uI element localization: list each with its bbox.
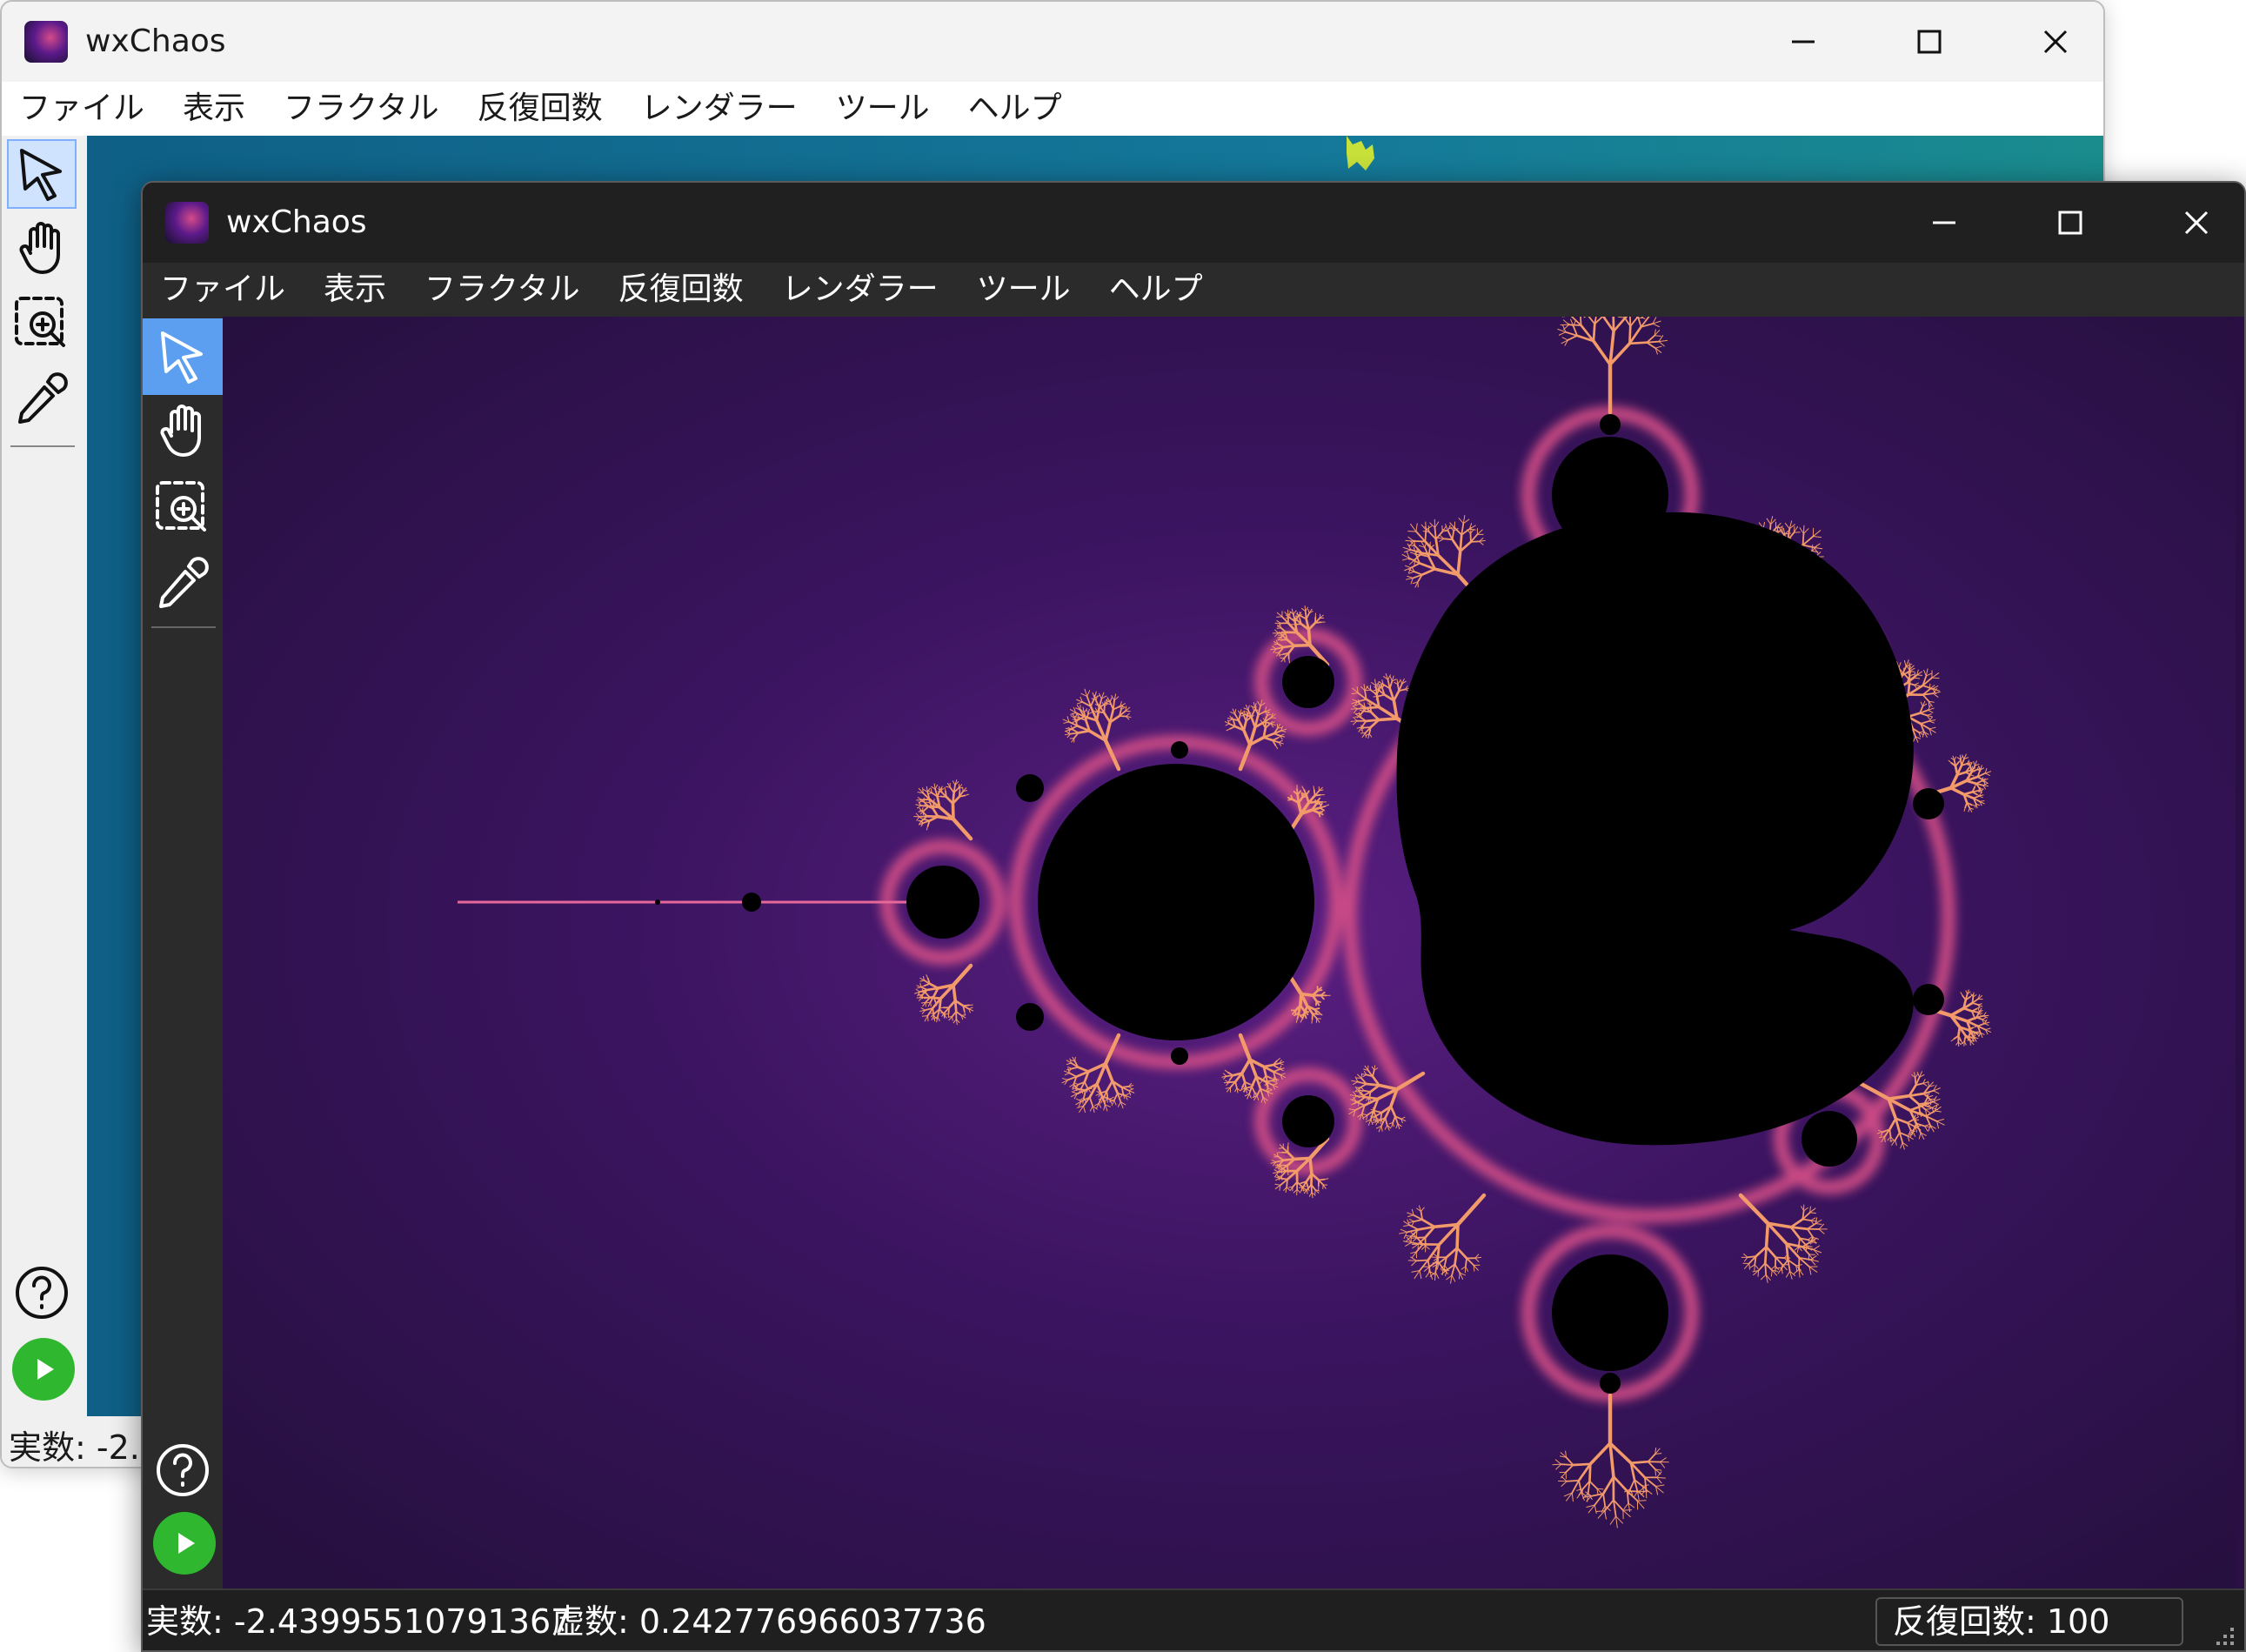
select-tool-button[interactable] — [7, 139, 77, 209]
eyedropper-icon — [159, 557, 209, 608]
hand-icon — [160, 405, 201, 457]
help-button[interactable] — [148, 1435, 217, 1505]
fractal-canvas[interactable] — [223, 317, 2244, 1588]
menu-file[interactable]: ファイル — [19, 82, 144, 136]
question-circle-icon — [16, 1267, 68, 1319]
zoom-select-icon — [15, 297, 65, 347]
menu-fractal[interactable]: フラクタル — [284, 82, 439, 136]
minimize-button[interactable] — [1755, 14, 1851, 70]
menu-iterations[interactable]: 反復回数 — [618, 263, 744, 317]
app-icon — [165, 202, 209, 244]
zoom-tool-button[interactable] — [148, 473, 217, 543]
menu-view[interactable]: 表示 — [324, 263, 386, 317]
menu-tools[interactable]: ツール — [977, 263, 1071, 317]
cursor-arrow-icon — [161, 331, 203, 384]
eyedropper-tool-button[interactable] — [7, 364, 77, 433]
eyedropper-tool-button[interactable] — [148, 548, 217, 618]
mandelbrot-image — [223, 317, 2236, 1588]
close-button[interactable] — [2008, 14, 2103, 70]
fractal-fragment — [1347, 136, 1374, 171]
window-title: wxChaos — [226, 204, 367, 240]
question-circle-icon — [157, 1444, 209, 1496]
real-coordinate-readout: 実数: -2.4 — [9, 1428, 162, 1467]
menu-iterations[interactable]: 反復回数 — [478, 82, 603, 136]
menu-tools[interactable]: ツール — [836, 82, 930, 136]
active-window[interactable]: wxChaos ファイル 表示 フラクタル 反復回数 レンダラー ツール ヘルプ — [141, 181, 2246, 1652]
eyedropper-icon — [18, 372, 68, 424]
cursor-arrow-icon — [20, 149, 62, 201]
tool-sidebar — [2, 136, 88, 1416]
menu-help[interactable]: ヘルプ — [1109, 263, 1203, 317]
hand-tool-button[interactable] — [148, 397, 217, 466]
menu-renderer[interactable]: レンダラー — [782, 263, 939, 317]
zoom-tool-button[interactable] — [7, 289, 77, 358]
select-tool-button[interactable] — [143, 318, 223, 395]
menu-bar: ファイル 表示 フラクタル 反復回数 レンダラー ツール ヘルプ — [143, 263, 2244, 317]
resize-grip-icon[interactable] — [2209, 1621, 2236, 1647]
imaginary-coordinate-readout: 虚数: 0.242776966037736 — [551, 1602, 986, 1641]
title-bar[interactable]: wxChaos — [143, 183, 2244, 263]
status-bar: 実数: -2.43995510791367 虚数: 0.242776966037… — [143, 1588, 2244, 1650]
menu-help[interactable]: ヘルプ — [968, 82, 1062, 136]
real-coordinate-readout: 実数: -2.43995510791367 — [146, 1602, 572, 1641]
run-button[interactable] — [12, 1338, 75, 1401]
iteration-count-box: 反復回数: 100 — [1875, 1597, 2183, 1646]
maximize-button[interactable] — [2022, 195, 2118, 251]
hand-tool-button[interactable] — [7, 214, 77, 284]
run-button[interactable] — [153, 1512, 216, 1575]
hand-icon — [19, 222, 60, 274]
window-title: wxChaos — [85, 23, 226, 59]
maximize-button[interactable] — [1882, 14, 1977, 70]
help-button[interactable] — [7, 1258, 77, 1328]
tool-sidebar — [143, 317, 223, 1588]
menu-bar: ファイル 表示 フラクタル 反復回数 レンダラー ツール ヘルプ — [2, 82, 2103, 136]
zoom-select-icon — [156, 481, 206, 532]
title-bar[interactable]: wxChaos — [2, 2, 2103, 82]
toolbar-divider — [151, 626, 216, 628]
play-icon — [178, 1533, 195, 1554]
menu-view[interactable]: 表示 — [183, 82, 245, 136]
play-icon — [37, 1359, 54, 1380]
toolbar-divider — [10, 445, 75, 447]
menu-renderer[interactable]: レンダラー — [641, 82, 798, 136]
app-icon — [24, 21, 68, 63]
minimize-button[interactable] — [1896, 195, 1992, 251]
iteration-count: 反復回数: 100 — [1893, 1602, 2110, 1641]
menu-fractal[interactable]: フラクタル — [424, 263, 580, 317]
close-button[interactable] — [2149, 195, 2244, 251]
menu-file[interactable]: ファイル — [160, 263, 285, 317]
